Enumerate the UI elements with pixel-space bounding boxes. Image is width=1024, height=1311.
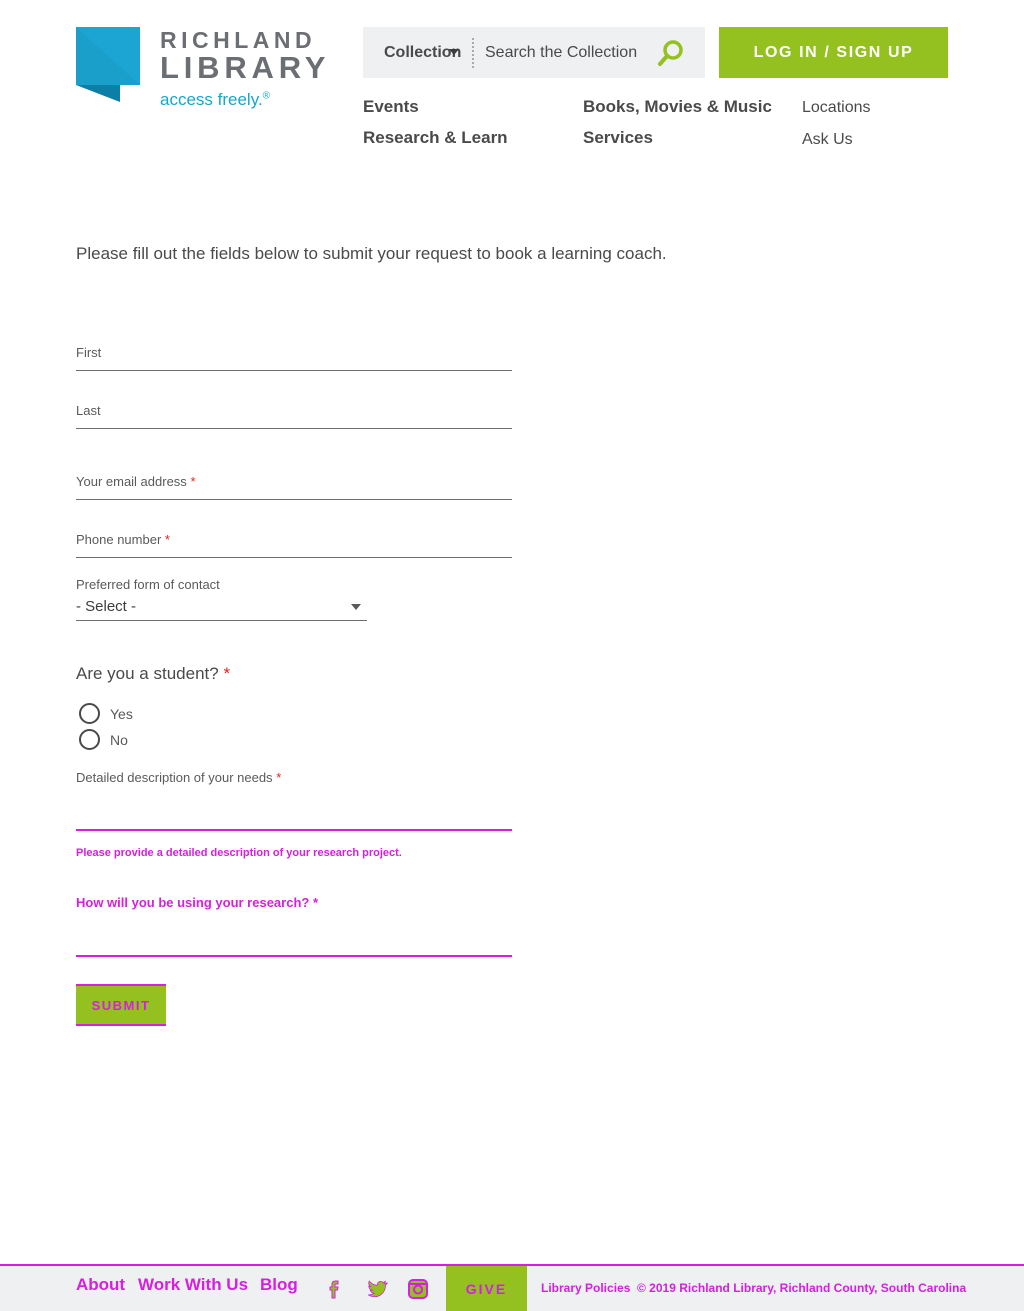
contact-select-value[interactable]: - Select - (76, 598, 136, 615)
needs-label-text: Detailed description of your needs (76, 770, 273, 785)
needs-help-text: Please provide a detailed description of… (76, 847, 402, 859)
footer-copyright: © 2019 Richland Library, Richland County… (637, 1281, 967, 1295)
logo[interactable]: RICHLAND LIBRARY access freely.® (76, 27, 336, 117)
needs-textarea[interactable] (76, 785, 512, 813)
logo-tagline-text: access freely. (160, 90, 263, 109)
login-signup-button[interactable]: LOG IN / SIGN UP (719, 27, 948, 78)
give-button[interactable]: GIVE (446, 1266, 527, 1311)
nav-ask-us[interactable]: Ask Us (802, 131, 853, 149)
phone-label-text: Phone number (76, 532, 162, 547)
first-name-field[interactable]: First (76, 345, 512, 371)
facebook-icon[interactable] (322, 1277, 346, 1301)
logo-tagline: access freely.® (160, 90, 270, 110)
required-marker: * (164, 532, 170, 547)
student-question: Are you a student? * (76, 664, 230, 684)
footer-blog-link[interactable]: Blog (260, 1275, 298, 1295)
search-input[interactable] (485, 39, 655, 67)
instagram-icon[interactable] (406, 1277, 430, 1301)
logo-line2: LIBRARY (160, 50, 331, 85)
required-marker: * (312, 895, 319, 910)
search-bar: Collection (363, 27, 705, 78)
first-name-input[interactable] (76, 360, 512, 368)
radio-option-no[interactable]: No (79, 729, 128, 750)
form-intro: Please fill out the fields below to subm… (76, 244, 667, 263)
radio-button[interactable] (79, 703, 100, 724)
footer-work-link[interactable]: Work With Us (138, 1275, 248, 1295)
nav-books-movies-music[interactable]: Books, Movies & Music (583, 97, 772, 117)
chevron-down-icon[interactable] (351, 604, 361, 610)
usage-label: How will you be using your research? * (76, 895, 512, 910)
nav-events[interactable]: Events (363, 97, 419, 117)
search-icon[interactable] (655, 37, 687, 69)
required-marker: * (223, 664, 231, 683)
phone-input[interactable] (76, 547, 512, 555)
radio-label: No (110, 731, 128, 748)
last-name-field[interactable]: Last (76, 403, 512, 429)
registered-mark: ® (262, 90, 271, 102)
nav-services[interactable]: Services (583, 128, 653, 148)
radio-label: Yes (110, 705, 133, 722)
submit-button[interactable]: SUBMIT (76, 984, 166, 1026)
last-name-input[interactable] (76, 418, 512, 426)
logo-mark-icon (76, 27, 140, 102)
footer-policies-link[interactable]: Library Policies (541, 1281, 630, 1295)
email-input[interactable] (76, 489, 512, 497)
nav-research-learn[interactable]: Research & Learn (363, 128, 508, 148)
needs-label: Detailed description of your needs * (76, 770, 512, 785)
radio-option-yes[interactable]: Yes (79, 703, 133, 724)
required-marker: * (276, 770, 282, 785)
student-question-text: Are you a student? (76, 664, 219, 683)
email-field[interactable]: Your email address * (76, 474, 512, 500)
footer: About Work With Us Blog GIVE Library Pol… (0, 1264, 1024, 1311)
required-marker: * (190, 474, 196, 489)
phone-field[interactable]: Phone number * (76, 532, 512, 558)
first-name-label: First (76, 345, 102, 360)
contact-select[interactable]: Preferred form of contact - Select - (76, 577, 367, 621)
usage-label-text: How will you be using your research? (76, 895, 310, 910)
chevron-down-icon[interactable] (449, 49, 459, 55)
phone-label: Phone number * (76, 532, 512, 547)
footer-about-link[interactable]: About (76, 1275, 125, 1295)
search-divider (472, 38, 474, 68)
contact-label: Preferred form of contact (76, 577, 220, 592)
email-label: Your email address * (76, 474, 512, 489)
usage-textarea[interactable] (76, 910, 512, 938)
radio-button[interactable] (79, 729, 100, 750)
twitter-icon[interactable] (364, 1277, 388, 1301)
last-name-label: Last (76, 403, 101, 418)
nav-locations[interactable]: Locations (802, 99, 871, 117)
needs-field[interactable]: Detailed description of your needs * (76, 770, 512, 831)
email-label-text: Your email address (76, 474, 187, 489)
usage-field[interactable]: How will you be using your research? * (76, 895, 512, 957)
